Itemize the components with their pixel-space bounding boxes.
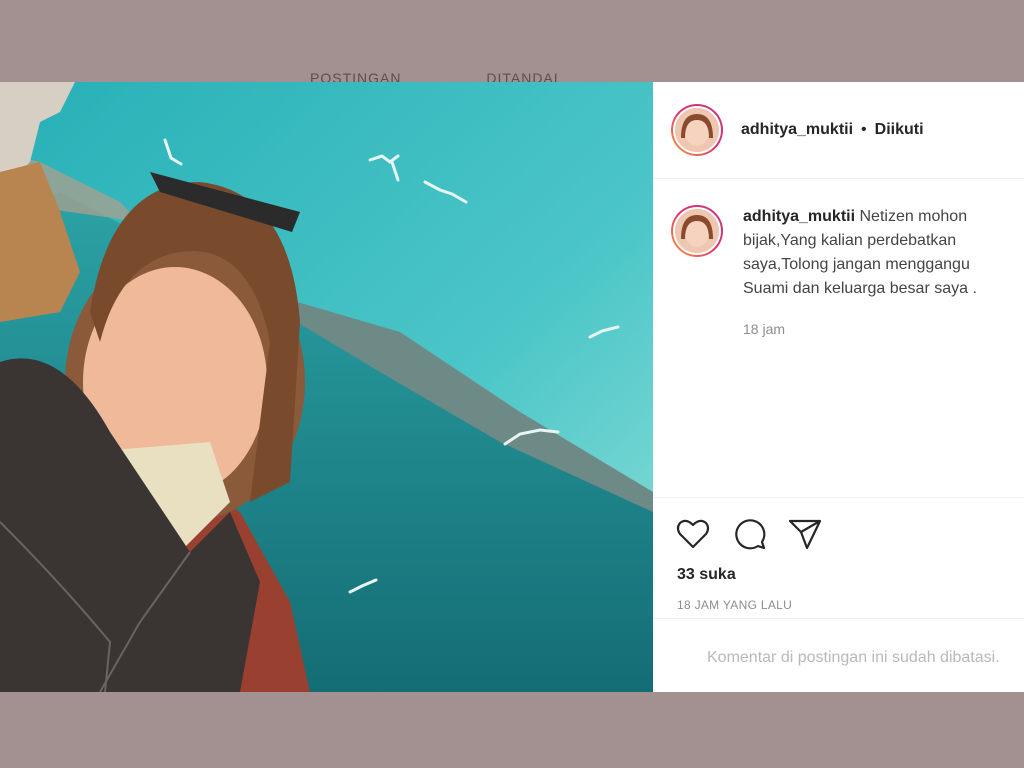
post-sidebar: adhitya_muktii • Diikuti adhitya_muktii … bbox=[653, 82, 1024, 692]
caption: adhitya_muktii Netizen mohon bijak,Yang … bbox=[653, 179, 1024, 341]
separator-dot: • bbox=[861, 121, 867, 138]
caption-time: 18 jam bbox=[743, 321, 786, 337]
heart-icon[interactable] bbox=[675, 516, 711, 552]
caption-username[interactable]: adhitya_muktii bbox=[743, 208, 855, 225]
comment-icon[interactable] bbox=[731, 516, 767, 552]
follow-status[interactable]: Diikuti bbox=[875, 121, 924, 139]
post-modal: adhitya_muktii • Diikuti adhitya_muktii … bbox=[0, 82, 1024, 692]
post-timestamp: 18 JAM YANG LALU bbox=[677, 598, 793, 612]
avatar[interactable] bbox=[671, 104, 723, 156]
username-link[interactable]: adhitya_muktii bbox=[741, 121, 853, 139]
comment-area: Komentar di postingan ini sudah dibatasi… bbox=[653, 618, 1024, 692]
share-icon[interactable] bbox=[787, 516, 823, 552]
post-actions: 33 suka 18 JAM YANG LALU bbox=[653, 497, 1024, 612]
post-photo bbox=[0, 82, 653, 692]
like-count[interactable]: 33 suka bbox=[653, 552, 1024, 584]
caption-avatar[interactable] bbox=[671, 205, 723, 257]
comments-disabled-notice: Komentar di postingan ini sudah dibatasi… bbox=[707, 649, 1000, 666]
post-header: adhitya_muktii • Diikuti bbox=[653, 82, 1024, 179]
